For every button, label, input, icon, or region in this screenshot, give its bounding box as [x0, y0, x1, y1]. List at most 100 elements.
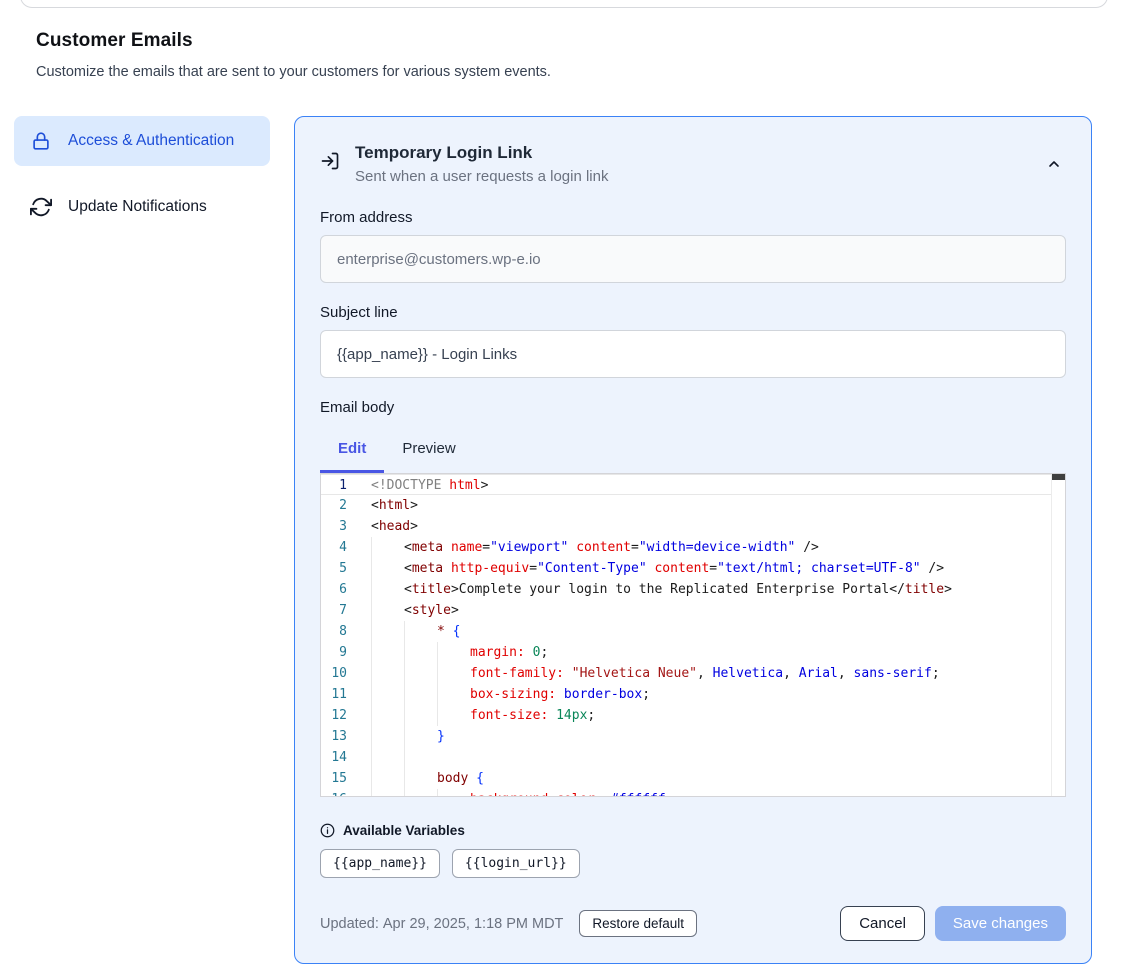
- line-number: 6: [321, 579, 355, 600]
- variable-chip[interactable]: {{app_name}}: [320, 849, 440, 878]
- code-editor-lines: 1<!DOCTYPE html>2<html>3<head>4<meta nam…: [321, 474, 1065, 797]
- code-line-content: <meta name="viewport" content="width=dev…: [355, 537, 819, 558]
- code-line[interactable]: 7<style>: [321, 600, 1065, 621]
- indent-guide: [404, 621, 437, 642]
- code-line[interactable]: 2<html>: [321, 495, 1065, 516]
- variable-chip[interactable]: {{login_url}}: [452, 849, 580, 878]
- indent-guide: [437, 642, 470, 663]
- code-line-content: box-sizing: border-box;: [355, 684, 650, 705]
- sidebar-item-update-notifications[interactable]: Update Notifications: [14, 182, 270, 232]
- subject-line-label: Subject line: [320, 304, 1066, 321]
- from-address-label: From address: [320, 209, 1066, 226]
- indent-guide: [437, 789, 470, 797]
- previous-card-bottom-edge: [20, 0, 1108, 8]
- indent-guide: [371, 768, 404, 789]
- indent-guide: [404, 747, 437, 768]
- from-address-field: From address: [320, 209, 1066, 283]
- code-line[interactable]: 8* {: [321, 621, 1065, 642]
- indent-guide: [371, 621, 404, 642]
- code-line[interactable]: 6<title>Complete your login to the Repli…: [321, 579, 1065, 600]
- code-line-content: <title>Complete your login to the Replic…: [355, 579, 952, 600]
- available-variables-row: Available Variables: [320, 823, 1066, 838]
- sidebar-item-label: Access & Authentication: [68, 129, 234, 153]
- indent-guide: [404, 663, 437, 684]
- collapse-button[interactable]: [1042, 152, 1066, 176]
- customer-emails-page: Customer Emails Customize the emails tha…: [0, 0, 1128, 964]
- cancel-button[interactable]: Cancel: [840, 906, 925, 941]
- from-address-input[interactable]: [320, 235, 1066, 283]
- lock-icon: [30, 130, 52, 152]
- code-line[interactable]: 12font-size: 14px;: [321, 705, 1065, 726]
- info-icon: [320, 823, 335, 838]
- code-line-content: body {: [355, 768, 484, 789]
- code-line-content: font-family: "Helvetica Neue", Helvetica…: [355, 663, 940, 684]
- line-number: 2: [321, 495, 355, 516]
- code-line[interactable]: 14: [321, 747, 1065, 768]
- subject-line-input[interactable]: [320, 330, 1066, 378]
- code-line[interactable]: 9margin: 0;: [321, 642, 1065, 663]
- panel-header: Temporary Login Link Sent when a user re…: [320, 143, 1066, 185]
- line-number: 4: [321, 537, 355, 558]
- indent-guide: [404, 642, 437, 663]
- tab-edit[interactable]: Edit: [320, 430, 384, 473]
- variable-chips: {{app_name}} {{login_url}}: [320, 849, 1066, 878]
- code-line[interactable]: 3<head>: [321, 516, 1065, 537]
- code-line-content: * {: [355, 621, 460, 642]
- line-number: 1: [321, 475, 355, 494]
- editor-scrollbar[interactable]: [1051, 474, 1065, 796]
- footer-actions: Cancel Save changes: [840, 906, 1066, 941]
- code-line[interactable]: 4<meta name="viewport" content="width=de…: [321, 537, 1065, 558]
- tab-preview[interactable]: Preview: [384, 430, 473, 473]
- code-line-content: [355, 747, 437, 768]
- indent-guide: [371, 747, 404, 768]
- content-layout: Access & Authentication Update Notificat…: [14, 116, 1092, 964]
- indent-guide: [371, 684, 404, 705]
- code-line-content: }: [355, 726, 445, 747]
- email-body-section: Email body Edit Preview 1<!DOCTYPE html>…: [320, 399, 1066, 797]
- indent-guide: [371, 558, 404, 579]
- indent-guide: [371, 705, 404, 726]
- line-number: 13: [321, 726, 355, 747]
- sidebar-item-access-authentication[interactable]: Access & Authentication: [14, 116, 270, 166]
- email-body-label: Email body: [320, 399, 1066, 416]
- indent-guide: [437, 663, 470, 684]
- code-line-content: <html>: [355, 495, 418, 516]
- indent-guide: [437, 705, 470, 726]
- temporary-login-link-panel: Temporary Login Link Sent when a user re…: [294, 116, 1092, 964]
- restore-default-button[interactable]: Restore default: [579, 910, 697, 937]
- indent-guide: [371, 579, 404, 600]
- subject-line-field: Subject line: [320, 304, 1066, 378]
- line-number: 3: [321, 516, 355, 537]
- indent-guide: [371, 663, 404, 684]
- chevron-up-icon: [1046, 156, 1062, 172]
- code-editor[interactable]: 1<!DOCTYPE html>2<html>3<head>4<meta nam…: [320, 473, 1066, 797]
- indent-guide: [404, 705, 437, 726]
- code-line[interactable]: 13}: [321, 726, 1065, 747]
- indent-guide: [371, 600, 404, 621]
- editor-scrollbar-thumb[interactable]: [1052, 474, 1065, 480]
- updated-timestamp: Updated: Apr 29, 2025, 1:18 PM MDT: [320, 916, 563, 932]
- indent-guide: [371, 642, 404, 663]
- line-number: 8: [321, 621, 355, 642]
- indent-guide: [404, 684, 437, 705]
- line-number: 5: [321, 558, 355, 579]
- line-number: 14: [321, 747, 355, 768]
- code-line[interactable]: 16background-color: #ffffff;: [321, 789, 1065, 797]
- line-number: 12: [321, 705, 355, 726]
- code-line[interactable]: 15body {: [321, 768, 1065, 789]
- page-subtitle: Customize the emails that are sent to yo…: [36, 64, 1092, 80]
- code-line[interactable]: 10font-family: "Helvetica Neue", Helveti…: [321, 663, 1065, 684]
- indent-guide: [437, 684, 470, 705]
- panel-titles: Temporary Login Link Sent when a user re…: [355, 143, 1042, 185]
- panel-subtitle: Sent when a user requests a login link: [355, 168, 1042, 185]
- indent-guide: [371, 537, 404, 558]
- panel-footer: Updated: Apr 29, 2025, 1:18 PM MDT Resto…: [320, 906, 1066, 941]
- indent-guide: [404, 789, 437, 797]
- indent-guide: [371, 789, 404, 797]
- line-number: 15: [321, 768, 355, 789]
- code-line[interactable]: 5<meta http-equiv="Content-Type" content…: [321, 558, 1065, 579]
- code-line[interactable]: 1<!DOCTYPE html>: [321, 474, 1065, 495]
- save-changes-button[interactable]: Save changes: [935, 906, 1066, 941]
- code-line[interactable]: 11box-sizing: border-box;: [321, 684, 1065, 705]
- code-line-content: <style>: [355, 600, 459, 621]
